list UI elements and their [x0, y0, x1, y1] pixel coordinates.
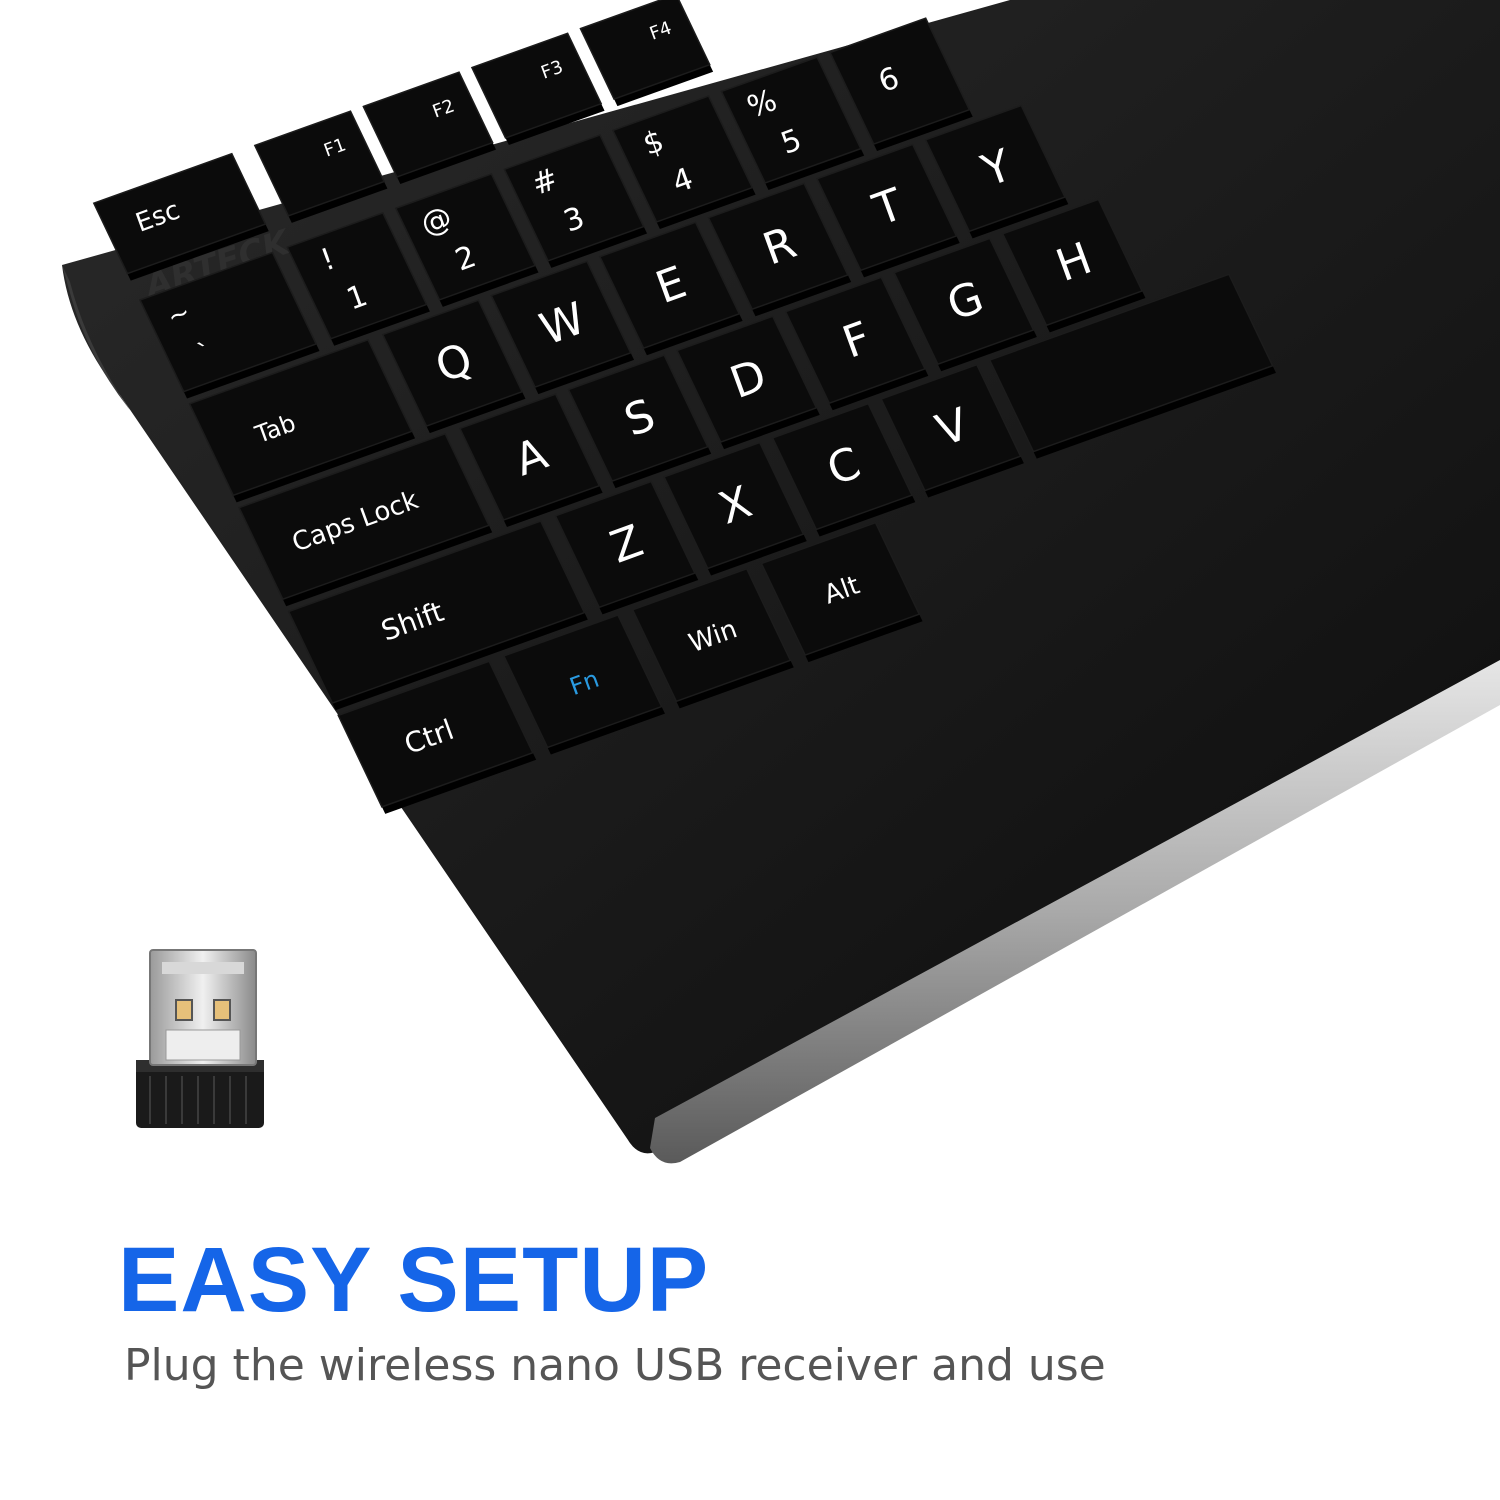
usb-receiver [136, 949, 264, 1128]
subheadline: Plug the wireless nano USB receiver and … [124, 1340, 1106, 1391]
headline: EASY SETUP [118, 1229, 710, 1331]
